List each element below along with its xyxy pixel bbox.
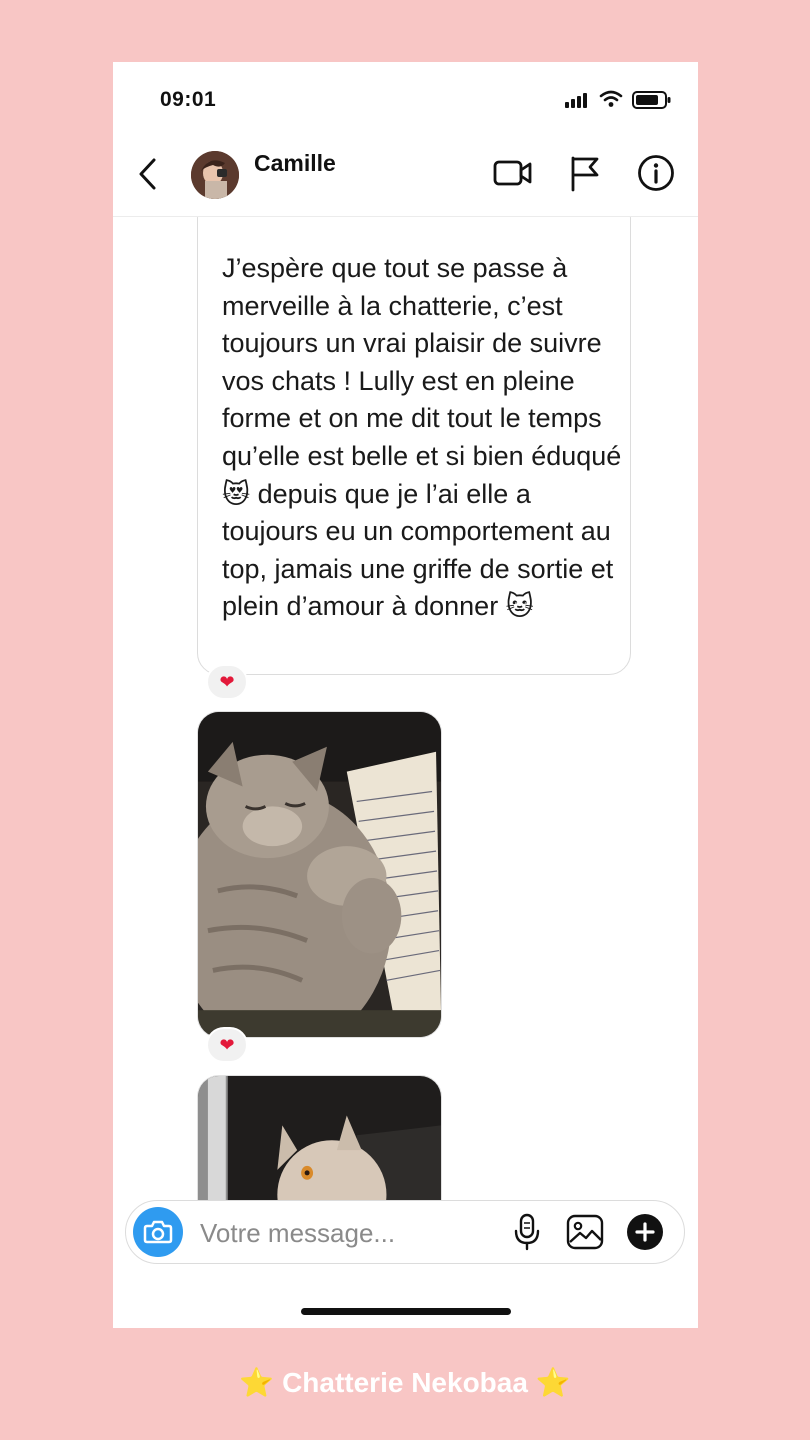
flag-icon[interactable] — [568, 154, 602, 192]
message-thread[interactable]: J’espère que tout se passe à merveille à… — [113, 217, 698, 1200]
home-indicator[interactable] — [301, 1308, 511, 1315]
cellular-signal-icon — [565, 93, 587, 108]
back-icon[interactable] — [135, 156, 161, 192]
status-bar: 09:01 — [113, 62, 698, 134]
photo-message[interactable] — [197, 711, 442, 1038]
star-icon: ⭐ — [239, 1367, 275, 1398]
star-icon: ⭐ — [535, 1367, 571, 1398]
avatar[interactable] — [191, 151, 239, 199]
video-call-icon[interactable] — [493, 156, 533, 190]
footer-caption: ⭐ Chatterie Nekobaa ⭐ — [0, 1366, 810, 1399]
camera-button[interactable] — [133, 1207, 183, 1257]
message-composer — [125, 1200, 685, 1264]
battery-icon — [632, 91, 671, 109]
contact-name[interactable]: Camille — [254, 150, 336, 177]
cat-portrait-photo — [198, 1076, 441, 1200]
footer-caption-text: Chatterie Nekobaa — [282, 1367, 528, 1398]
cat-sleeping-photo — [198, 712, 441, 1037]
camera-icon — [143, 1220, 173, 1244]
microphone-icon[interactable] — [512, 1213, 542, 1251]
heart-reaction[interactable]: ❤ — [206, 1027, 248, 1063]
photo-message[interactable] — [197, 1075, 442, 1200]
message-input[interactable] — [198, 1211, 502, 1255]
message-bubble[interactable]: J’espère que tout se passe à merveille à… — [197, 217, 631, 675]
conversation-header: Camille — [113, 134, 698, 217]
heart-reaction[interactable]: ❤ — [206, 664, 248, 700]
info-icon[interactable] — [637, 154, 675, 192]
phone-screen: 09:01 Camille J’espère que tout se passe… — [113, 62, 698, 1328]
gallery-icon[interactable] — [566, 1214, 604, 1250]
status-time: 09:01 — [160, 88, 217, 111]
plus-icon[interactable] — [626, 1213, 664, 1251]
message-text: J’espère que tout se passe à merveille à… — [222, 253, 622, 622]
wifi-icon — [599, 90, 623, 107]
